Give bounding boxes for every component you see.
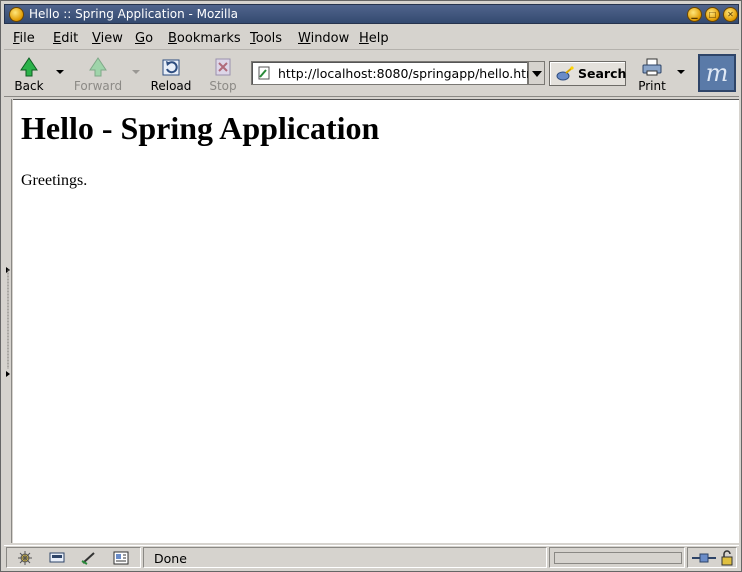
back-button[interactable]: Back [10,55,48,95]
menu-view[interactable]: View [92,31,123,46]
status-bar: Done [4,545,739,569]
component-bar [6,547,141,568]
browser-window: Hello :: Spring Application - Mozilla ▁ … [0,0,742,572]
print-label: Print [638,79,666,93]
menu-bar: File Edit View Go Bookmarks Tools Window… [4,26,739,50]
page-content: Hello - Spring Application Greetings. [13,99,739,543]
menu-file[interactable]: File [13,31,35,46]
status-text: Done [154,551,187,566]
page-icon [258,66,270,80]
maximize-button[interactable]: □ [705,7,720,22]
status-text-panel: Done [143,547,547,568]
reload-icon [162,59,180,76]
menu-tools[interactable]: Tools [250,31,282,46]
forward-label: Forward [73,79,123,93]
search-icon [556,66,574,81]
sidebar-grippy[interactable] [4,99,12,543]
printer-icon [642,58,662,76]
security-lock-icon[interactable] [720,550,734,566]
window-title: Hello :: Spring Application - Mozilla [29,7,239,21]
sidebar-open-arrow-lower-icon [6,371,10,377]
back-label: Back [14,79,44,93]
menu-bookmarks[interactable]: Bookmarks [168,31,241,46]
close-icon: ✕ [727,10,734,19]
mail-icon[interactable] [49,551,65,565]
minimize-icon: ▁ [691,10,698,19]
page-heading: Hello - Spring Application [21,110,380,146]
forward-history-dropdown[interactable] [132,70,140,74]
url-text: http://localhost:8080/springapp/hello.ht… [278,66,539,81]
reload-button[interactable]: Reload [148,55,194,95]
print-button[interactable]: Print [632,55,672,95]
address-book-icon[interactable] [113,551,129,565]
forward-button[interactable]: Forward [70,55,126,95]
stop-icon [215,58,231,76]
progress-bar [554,552,682,564]
url-input[interactable]: http://localhost:8080/springapp/hello.ht… [251,61,538,85]
stop-label: Stop [209,79,237,93]
navigation-toolbar: Back Forward Reload Stop http://localhos… [4,51,739,97]
menu-help[interactable]: Help [359,31,389,46]
title-bar[interactable]: Hello :: Spring Application - Mozilla ▁ … [4,4,739,24]
window-menu-icon[interactable] [9,7,24,22]
progress-panel [549,547,685,568]
navigator-icon[interactable] [17,551,33,565]
url-history-dropdown[interactable] [528,61,545,85]
reload-label: Reload [150,79,192,93]
menu-edit[interactable]: Edit [53,31,78,46]
page-paragraph: Greetings. [21,172,88,189]
online-connection-icon[interactable] [692,551,716,565]
forward-arrow-icon [89,57,107,77]
status-indicators [687,547,737,568]
mozilla-throbber[interactable]: m [698,54,736,92]
menu-go[interactable]: Go [135,31,153,46]
search-button[interactable]: Search [549,61,626,86]
search-label: Search [578,66,627,81]
back-arrow-icon [20,57,38,77]
sidebar-grip-dots [7,269,9,369]
stop-button[interactable]: Stop [204,55,242,95]
mozilla-logo-icon: m [705,59,729,87]
back-history-dropdown[interactable] [56,70,64,74]
composer-icon[interactable] [81,551,97,565]
maximize-icon: □ [708,10,717,19]
print-options-dropdown[interactable] [677,70,685,74]
close-button[interactable]: ✕ [723,7,738,22]
minimize-button[interactable]: ▁ [687,7,702,22]
menu-window[interactable]: Window [298,31,349,46]
